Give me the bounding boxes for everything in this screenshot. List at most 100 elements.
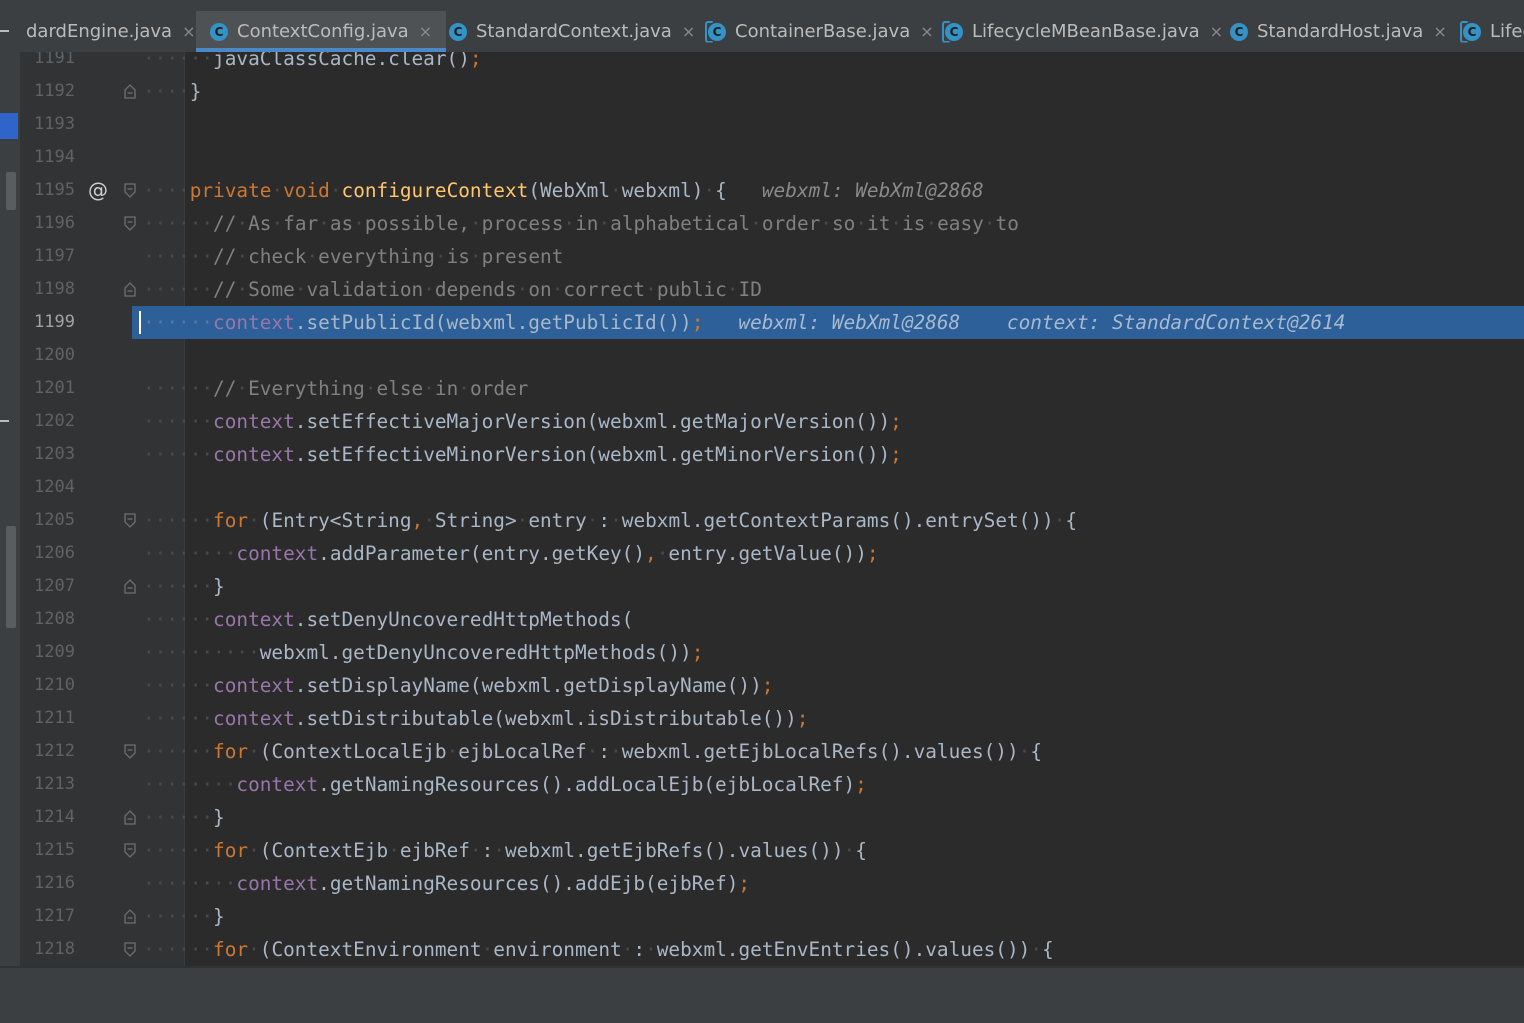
code-line[interactable]: 1191 ······javaClassCache.clear(); <box>0 52 1524 75</box>
line-number[interactable]: 1216 <box>20 867 75 900</box>
fold-end-icon[interactable] <box>123 579 137 594</box>
line-number[interactable]: 1214 <box>20 801 75 834</box>
code-text[interactable]: ······//·Some·validation·depends·on·corr… <box>143 273 762 306</box>
code-text[interactable]: ······for·(Entry<String,·String>·entry·:… <box>143 504 1077 537</box>
code-line[interactable]: 1196 ······//·As·far·as·possible,·process… <box>0 207 1524 240</box>
code-line[interactable]: 1203 ······context.setEffectiveMinorVersi… <box>0 438 1524 471</box>
line-number[interactable]: 1191 <box>20 52 75 75</box>
code-text[interactable]: ······//·As·far·as·possible,·process·in·… <box>143 207 1019 240</box>
code-line[interactable]: 1205 ······for·(Entry<String,·String>·ent… <box>0 504 1524 537</box>
fold-collapse-icon[interactable] <box>123 183 137 198</box>
code-text[interactable]: ······context.setDistributable(webxml.is… <box>143 702 808 735</box>
line-number[interactable]: 1215 <box>20 834 75 867</box>
code-text[interactable]: ········context.getNamingResources().add… <box>143 768 867 801</box>
code-text[interactable]: ······} <box>143 801 225 834</box>
line-number[interactable]: 1212 <box>20 735 75 768</box>
current-execution-line[interactable]: 1199 ······context.setPublicId(webxml.get… <box>0 306 1524 339</box>
line-number[interactable]: 1200 <box>20 339 75 372</box>
code-text[interactable]: ····} <box>143 75 201 108</box>
line-number[interactable]: 1195 <box>20 174 75 207</box>
close-icon[interactable]: × <box>419 22 432 41</box>
code-text[interactable]: ······} <box>143 570 225 603</box>
code-line[interactable]: 1212 ······for·(ContextLocalEjb·ejbLocalR… <box>0 735 1524 768</box>
code-line[interactable]: 1217 ······} <box>0 900 1524 933</box>
fold-end-icon[interactable] <box>123 909 137 924</box>
tab-lifecycle-truncated[interactable]: C Lifec <box>1463 11 1524 52</box>
close-icon[interactable]: × <box>682 22 695 41</box>
code-text[interactable]: ········context.addParameter(entry.getKe… <box>143 537 879 570</box>
tab-container-base[interactable]: C ContainerBase.java × <box>708 11 934 52</box>
code-line[interactable]: 1208 ······context.setDenyUncoveredHttpMe… <box>0 603 1524 636</box>
code-text[interactable]: ······context.setEffectiveMinorVersion(w… <box>143 438 902 471</box>
code-line[interactable]: 1198 ······//·Some·validation·depends·on·… <box>0 273 1524 306</box>
code-line[interactable]: 1192 ····} <box>0 75 1524 108</box>
tab-standard-host[interactable]: C StandardHost.java × <box>1230 11 1447 52</box>
fold-end-icon[interactable] <box>123 282 137 297</box>
code-line[interactable]: 1209 ··········webxml.getDenyUncoveredHtt… <box>0 636 1524 669</box>
code-line[interactable]: 1211 ······context.setDistributable(webxm… <box>0 702 1524 735</box>
tab-lifecycle-mbean-base[interactable]: C LifecycleMBeanBase.java × <box>945 11 1223 52</box>
code-line[interactable]: 1214 ······} <box>0 801 1524 834</box>
code-line[interactable]: 1200 <box>0 339 1524 372</box>
code-line[interactable]: 1213 ········context.getNamingResources()… <box>0 768 1524 801</box>
line-number[interactable]: 1208 <box>20 603 75 636</box>
line-number[interactable]: 1196 <box>20 207 75 240</box>
line-number[interactable]: 1217 <box>20 900 75 933</box>
code-text[interactable]: ····private·void·configureContext(WebXml… <box>143 174 984 207</box>
code-text[interactable]: ······context.setDenyUncoveredHttpMethod… <box>143 603 633 636</box>
code-line[interactable]: 1215 ······for·(ContextEjb·ejbRef·:·webxm… <box>0 834 1524 867</box>
override-annotation-icon[interactable]: @ <box>88 174 108 207</box>
code-text[interactable]: ······for·(ContextLocalEjb·ejbLocalRef·:… <box>143 735 1042 768</box>
code-text[interactable]: ······context.setDisplayName(webxml.getD… <box>143 669 773 702</box>
tab-standard-context[interactable]: C StandardContext.java × <box>449 11 695 52</box>
code-line[interactable]: 1206 ········context.addParameter(entry.g… <box>0 537 1524 570</box>
code-text[interactable]: ······context.setEffectiveMajorVersion(w… <box>143 405 902 438</box>
tab-standard-engine[interactable]: dardEngine.java × <box>26 11 196 52</box>
close-icon[interactable]: × <box>1433 22 1446 41</box>
line-number[interactable]: 1207 <box>20 570 75 603</box>
code-line[interactable]: 1204 <box>0 471 1524 504</box>
line-number[interactable]: 1201 <box>20 372 75 405</box>
line-number[interactable]: 1213 <box>20 768 75 801</box>
code-text[interactable]: ······} <box>143 900 225 933</box>
line-number[interactable]: 1204 <box>20 471 75 504</box>
code-line[interactable]: 1207 ······} <box>0 570 1524 603</box>
code-line[interactable]: 1218 ······for·(ContextEnvironment·enviro… <box>0 933 1524 966</box>
tab-context-config[interactable]: C ContextConfig.java × <box>196 11 447 52</box>
code-text[interactable]: ··········webxml.getDenyUncoveredHttpMet… <box>143 636 703 669</box>
line-number[interactable]: 1210 <box>20 669 75 702</box>
line-number[interactable]: 1197 <box>20 240 75 273</box>
line-number[interactable]: 1202 <box>20 405 75 438</box>
fold-end-icon[interactable] <box>123 810 137 825</box>
close-icon[interactable]: × <box>182 22 195 41</box>
fold-collapse-icon[interactable] <box>123 744 137 759</box>
code-line[interactable]: 1216 ········context.getNamingResources()… <box>0 867 1524 900</box>
code-line[interactable]: 1197 ······//·check·everything·is·present <box>0 240 1524 273</box>
code-text[interactable]: ······javaClassCache.clear(); <box>143 52 482 75</box>
close-icon[interactable]: × <box>920 22 933 41</box>
code-text[interactable]: ······//·check·everything·is·present <box>143 240 563 273</box>
line-number[interactable]: 1218 <box>20 933 75 966</box>
fold-end-icon[interactable] <box>123 84 137 99</box>
tab-bar-collapse-icon[interactable] <box>0 30 9 32</box>
code-line[interactable]: 1193 <box>0 108 1524 141</box>
code-text[interactable]: ······//·Everything·else·in·order <box>143 372 528 405</box>
code-line[interactable]: 1201 ······//·Everything·else·in·order <box>0 372 1524 405</box>
code-line[interactable]: 1202 ······context.setEffectiveMajorVersi… <box>0 405 1524 438</box>
fold-collapse-icon[interactable] <box>123 216 137 231</box>
fold-collapse-icon[interactable] <box>123 843 137 858</box>
close-icon[interactable]: × <box>1210 22 1223 41</box>
fold-collapse-icon[interactable] <box>123 513 137 528</box>
code-editor[interactable]: 1191 ······javaClassCache.clear(); 1192 ···… <box>0 52 1524 966</box>
code-line[interactable]: 1194 <box>0 141 1524 174</box>
line-number[interactable]: 1194 <box>20 141 75 174</box>
code-line[interactable]: 1210 ······context.setDisplayName(webxml.… <box>0 669 1524 702</box>
line-number[interactable]: 1205 <box>20 504 75 537</box>
line-number[interactable]: 1198 <box>20 273 75 306</box>
line-number[interactable]: 1211 <box>20 702 75 735</box>
code-text[interactable]: ········context.getNamingResources().add… <box>143 867 750 900</box>
line-number[interactable]: 1199 <box>20 306 75 339</box>
line-number[interactable]: 1206 <box>20 537 75 570</box>
code-text[interactable]: ······for·(ContextEnvironment·environmen… <box>143 933 1054 966</box>
code-text[interactable]: ······for·(ContextEjb·ejbRef·:·webxml.ge… <box>143 834 867 867</box>
